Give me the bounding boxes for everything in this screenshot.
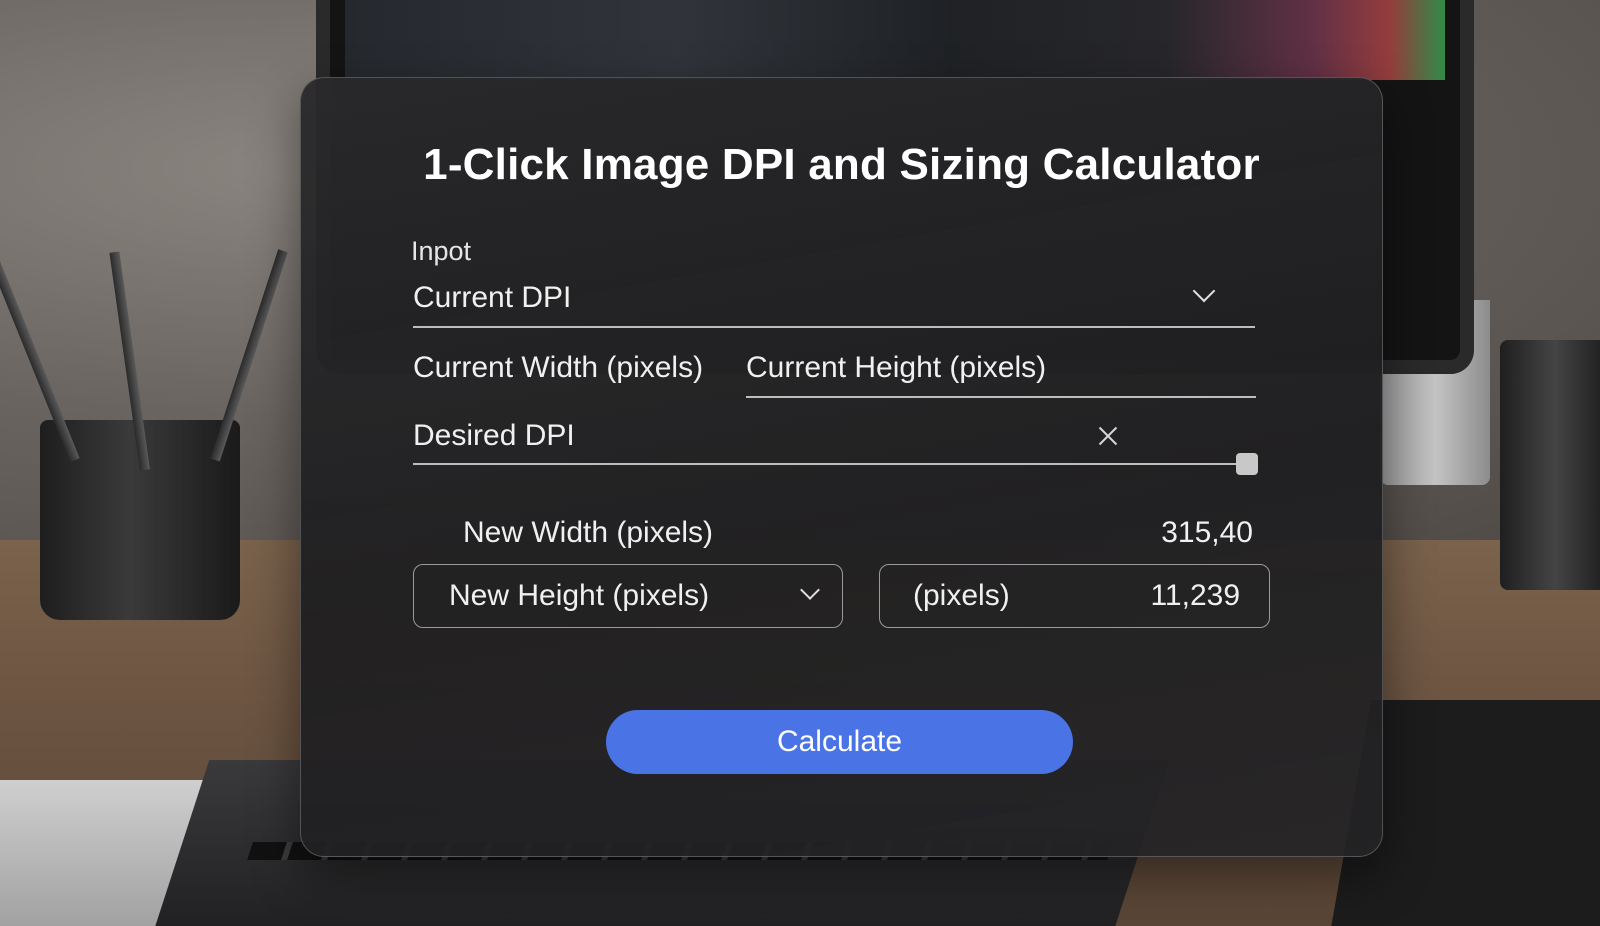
current-dpi-select[interactable]: Current DPI: [413, 273, 1255, 329]
current-dpi-label: Current DPI: [413, 281, 572, 314]
calculate-button[interactable]: Calculate: [606, 710, 1073, 774]
desired-dpi-label: Desired DPI: [413, 419, 575, 452]
pixels-unit-label: (pixels): [913, 579, 1010, 612]
new-height-select[interactable]: New Height (pixels): [413, 564, 843, 628]
current-height-field[interactable]: Current Height (pixels): [746, 343, 1256, 399]
pixels-value-field[interactable]: (pixels) 11,239: [879, 564, 1270, 628]
calculator-card: 1-Click Image DPI and Sizing Calculator …: [300, 77, 1383, 857]
current-height-label: Current Height (pixels): [746, 351, 1047, 384]
background-pencil-cup: [1500, 340, 1600, 590]
current-width-label: Current Width (pixels): [413, 351, 704, 384]
desired-dpi-slider-handle[interactable]: [1236, 453, 1258, 475]
new-width-label: New Width (pixels): [463, 516, 714, 549]
desired-dpi-field[interactable]: Desired DPI: [413, 413, 1255, 469]
page-title: 1-Click Image DPI and Sizing Calculator: [423, 140, 1260, 189]
new-height-label: New Height (pixels): [449, 579, 710, 612]
current-dpi-underline: [413, 326, 1255, 328]
chevron-down-icon: [1192, 279, 1216, 303]
current-height-underline: [746, 396, 1256, 398]
close-icon[interactable]: [1096, 424, 1120, 448]
current-width-field[interactable]: Current Width (pixels): [413, 343, 728, 399]
new-width-value: 315,40: [1161, 516, 1253, 549]
pixels-value: 11,239: [1150, 579, 1240, 612]
input-section-label: Inpot: [411, 236, 472, 266]
chevron-down-icon: [800, 580, 820, 600]
desired-dpi-slider-track: [413, 463, 1255, 465]
app-window: 1-Click Image DPI and Sizing Calculator …: [0, 0, 1600, 926]
background-monitor-screen: [345, 0, 1445, 80]
